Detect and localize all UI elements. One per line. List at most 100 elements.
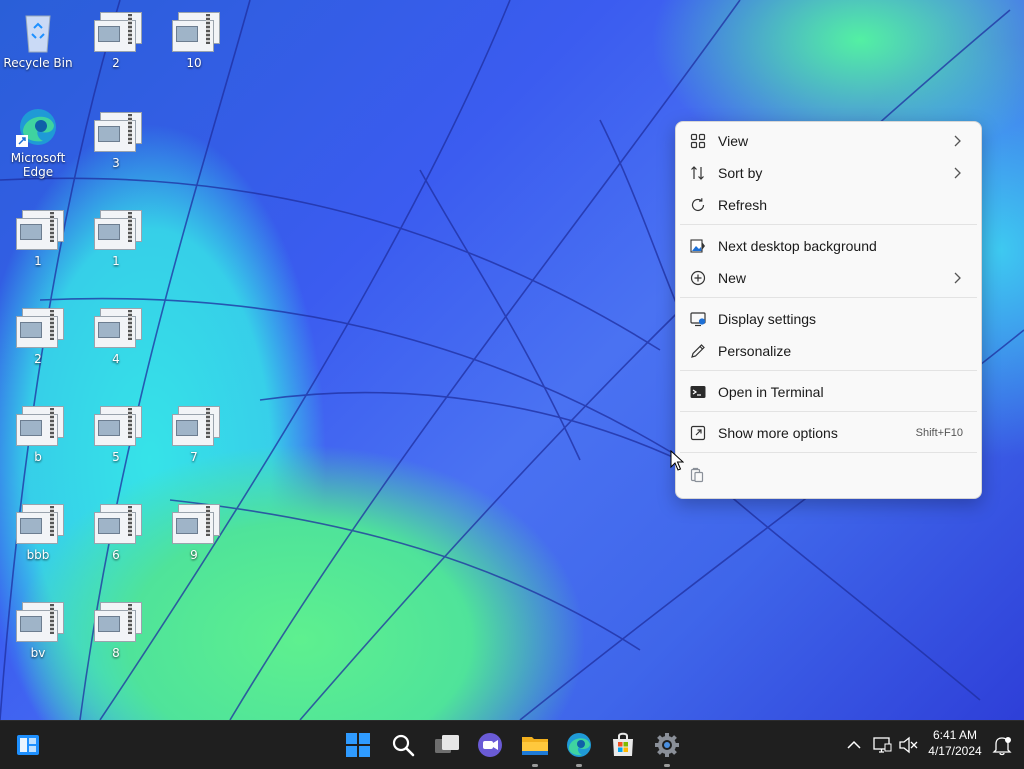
desktop-file-icon[interactable]: 5: [78, 404, 154, 464]
archive-file-icon: [92, 110, 142, 154]
menu-item-show-more-options[interactable]: Show more options Shift+F10: [680, 418, 977, 448]
menu-item-label: Display settings: [718, 311, 817, 327]
desktop-file-icon[interactable]: bbb: [0, 502, 76, 562]
grid-icon: [690, 133, 706, 149]
desktop-context-menu: View Sort by Refresh Next desktop backgr…: [675, 121, 982, 499]
desktop-icon-label: 1: [112, 254, 120, 268]
desktop-icon-label: 4: [112, 352, 120, 366]
taskbar-clock[interactable]: 6:41 AM 4/17/2024: [918, 727, 992, 759]
desktop-file-icon[interactable]: 10: [156, 10, 232, 70]
paste-button[interactable]: [680, 460, 714, 490]
menu-item-new[interactable]: New: [680, 263, 977, 293]
desktop-icon-label: 1: [34, 254, 42, 268]
widgets-button[interactable]: [12, 729, 44, 761]
windows-logo-icon: [346, 733, 370, 757]
menu-separator: [680, 370, 977, 371]
archive-file-icon: [14, 306, 64, 350]
desktop-file-icon[interactable]: 1: [0, 208, 76, 268]
start-button[interactable]: [342, 729, 374, 761]
edge-icon: [14, 105, 62, 149]
menu-item-label: Show more options: [718, 425, 838, 441]
menu-item-open-in-terminal[interactable]: Open in Terminal: [680, 377, 977, 407]
desktop-icon-label: 8: [112, 646, 120, 660]
menu-item-display-settings[interactable]: Display settings: [680, 304, 977, 334]
desktop-recycle-bin[interactable]: Recycle Bin: [0, 10, 76, 70]
menu-item-label: Sort by: [718, 165, 763, 181]
store-button[interactable]: [607, 729, 639, 761]
menu-item-refresh[interactable]: Refresh: [680, 190, 977, 220]
plus-circle-icon: [690, 270, 706, 286]
menu-item-label: New: [718, 270, 747, 286]
archive-file-icon: [14, 404, 64, 448]
menu-separator: [680, 411, 977, 412]
file-explorer-button[interactable]: [519, 729, 551, 767]
next-background-icon: [690, 238, 706, 254]
archive-file-icon: [92, 306, 142, 350]
menu-separator: [680, 452, 977, 453]
archive-file-icon: [14, 208, 64, 252]
menu-item-view[interactable]: View: [680, 126, 977, 156]
more-options-icon: [690, 425, 706, 441]
desktop-icon-label: Microsoft Edge: [10, 151, 66, 179]
archive-file-icon: [92, 600, 142, 644]
desktop-file-icon[interactable]: 7: [156, 404, 232, 464]
network-button[interactable]: [866, 729, 892, 761]
notifications-button[interactable]: [986, 729, 1012, 761]
desktop-edge-shortcut[interactable]: Microsoft Edge: [0, 105, 76, 179]
desktop-file-icon[interactable]: 2: [78, 10, 154, 70]
widgets-icon: [17, 735, 39, 755]
show-hidden-icons-button[interactable]: [838, 729, 862, 761]
desktop-icon-label: 6: [112, 548, 120, 562]
recycle-bin-icon: [14, 10, 62, 54]
desktop-file-icon[interactable]: b: [0, 404, 76, 464]
desktop-icon-label: bbb: [26, 548, 50, 562]
terminal-icon: [690, 384, 706, 400]
running-indicator: [576, 764, 582, 767]
menu-item-label: Next desktop background: [718, 238, 877, 254]
menu-separator: [680, 224, 977, 225]
menu-item-label: Open in Terminal: [718, 384, 824, 400]
search-button[interactable]: [387, 729, 419, 761]
archive-file-icon: [92, 502, 142, 546]
desktop-file-icon[interactable]: 4: [78, 306, 154, 366]
shortcut-label: Shift+F10: [915, 427, 963, 439]
desktop-icon-label: 2: [34, 352, 42, 366]
menu-item-personalize[interactable]: Personalize: [680, 336, 977, 366]
desktop-file-icon[interactable]: 2: [0, 306, 76, 366]
store-icon: [613, 732, 633, 756]
desktop-file-icon[interactable]: 3: [78, 110, 154, 170]
menu-item-label: Personalize: [718, 343, 792, 359]
task-view-button[interactable]: [431, 729, 463, 761]
archive-file-icon: [92, 404, 142, 448]
display-settings-icon: [690, 311, 706, 327]
task-view-icon: [435, 735, 459, 753]
clock-time: 6:41 AM: [932, 728, 978, 742]
desktop-icon-label: 10: [186, 56, 202, 70]
folder-icon: [522, 737, 548, 755]
archive-file-icon: [170, 10, 220, 54]
desktop-file-icon[interactable]: 1: [78, 208, 154, 268]
desktop-file-icon[interactable]: 8: [78, 600, 154, 660]
desktop-file-icon[interactable]: 9: [156, 502, 232, 562]
archive-file-icon: [14, 600, 64, 644]
edge-icon: [567, 733, 591, 757]
volume-button[interactable]: [892, 729, 918, 761]
edge-taskbar-button[interactable]: [563, 729, 595, 767]
desktop-icon-label: bv: [30, 646, 46, 660]
pencil-icon: [690, 343, 706, 359]
sort-icon: [690, 165, 706, 181]
desktop-file-icon[interactable]: 6: [78, 502, 154, 562]
desktop-icon-label: 5: [112, 450, 120, 464]
running-indicator: [532, 764, 538, 767]
chat-button[interactable]: [474, 729, 506, 761]
archive-file-icon: [170, 502, 220, 546]
paste-icon: [689, 467, 705, 483]
desktop-icon-label: 9: [190, 548, 198, 562]
menu-item-sort-by[interactable]: Sort by: [680, 158, 977, 188]
menu-item-label: View: [718, 133, 749, 149]
gear-icon: [655, 733, 679, 757]
menu-item-next-desktop-background[interactable]: Next desktop background: [680, 231, 977, 261]
settings-taskbar-button[interactable]: [651, 729, 683, 767]
desktop-file-icon[interactable]: bv: [0, 600, 76, 660]
archive-file-icon: [92, 10, 142, 54]
